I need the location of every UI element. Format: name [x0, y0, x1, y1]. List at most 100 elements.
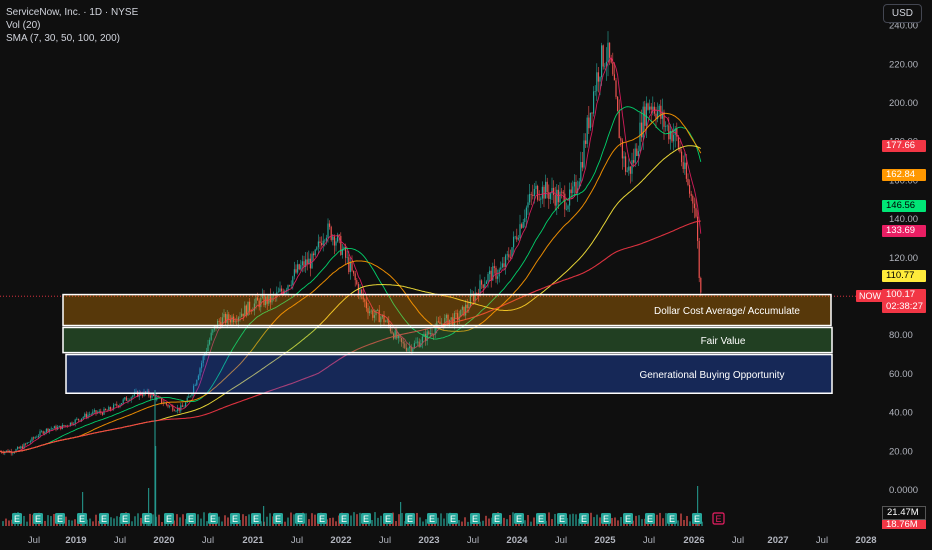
earnings-badge-letter: E	[429, 514, 435, 524]
x-tick-label: 2024	[506, 535, 528, 546]
volume-bar	[641, 519, 643, 526]
y-tick-label: 120.00	[889, 253, 918, 264]
volume-bar	[134, 516, 136, 526]
earnings-badge-letter: E	[14, 514, 20, 524]
candle-body	[617, 96, 619, 112]
y-tick-label: 40.00	[889, 408, 913, 419]
volume-bar	[2, 521, 4, 526]
candle-body	[279, 288, 281, 292]
volume-bar	[665, 513, 667, 526]
y-tick-label: 20.00	[889, 446, 913, 457]
volume-bar	[335, 521, 337, 526]
volume-indicator-label[interactable]: Vol (20)	[6, 19, 138, 32]
volume-bar	[380, 515, 382, 526]
volume-bar	[548, 512, 550, 526]
earnings-badge-letter: E	[450, 514, 456, 524]
price-chart[interactable]: Dollar Cost Average/ Accumulate Fair Valu…	[0, 0, 932, 550]
candle-body	[521, 224, 523, 228]
volume-bar	[305, 513, 307, 526]
x-tick-label: Jul	[379, 535, 391, 546]
candle-body	[505, 255, 507, 267]
candle-body	[618, 111, 620, 139]
candle-body	[41, 431, 43, 432]
sma-price-tag: 177.66	[882, 140, 926, 153]
candle-body	[348, 257, 350, 273]
candle-body	[298, 264, 300, 270]
y-tick-label: 60.00	[889, 369, 913, 380]
volume-bar	[227, 517, 229, 526]
y-tick-label: 0.0000	[889, 485, 918, 496]
candle-body	[181, 405, 183, 407]
candle-body	[290, 284, 292, 286]
candle-body	[330, 226, 332, 240]
candle-body	[311, 253, 313, 269]
volume-bar	[26, 521, 28, 526]
candle-body	[689, 184, 691, 194]
candle-body	[93, 410, 95, 412]
volume-bar	[503, 517, 505, 526]
earnings-badge-letter: E	[275, 514, 281, 524]
candle-body	[314, 249, 316, 256]
candle-body	[281, 288, 283, 292]
earnings-badge-letter: E	[385, 514, 391, 524]
x-tick-label: Jul	[555, 535, 567, 546]
x-tick-label: Jul	[732, 535, 744, 546]
upcoming-earnings-letter: E	[715, 514, 721, 524]
volume-bar	[71, 520, 73, 526]
volume-bar	[314, 514, 316, 526]
volume-bar	[248, 514, 250, 526]
volume-bar	[311, 513, 313, 526]
candle-body	[313, 253, 315, 256]
volume-bar	[680, 513, 682, 526]
volume-bar	[68, 519, 70, 526]
candle-body	[84, 413, 86, 418]
volume-bar	[485, 515, 487, 526]
candle-body	[497, 276, 499, 279]
candle-body	[650, 106, 652, 110]
volume-bar	[350, 515, 352, 526]
candle-body	[668, 125, 670, 140]
candle-body	[183, 406, 185, 408]
volume-spike	[400, 502, 402, 526]
volume-bar	[92, 521, 94, 526]
symbol-title[interactable]: ServiceNow, Inc. · 1D · NYSE	[6, 6, 138, 19]
candle-body	[565, 209, 567, 210]
volume-bar	[161, 521, 163, 526]
earnings-badge-letter: E	[581, 514, 587, 524]
candle-body	[631, 160, 633, 174]
candle-body	[295, 269, 297, 273]
candle-body	[89, 414, 91, 415]
candle-body	[170, 405, 172, 407]
volume-bar	[689, 521, 691, 526]
candle-body	[188, 396, 190, 398]
candle-body	[690, 193, 692, 196]
candle-body	[513, 236, 515, 248]
candle-body	[487, 274, 489, 282]
x-tick-label: Jul	[291, 535, 303, 546]
volume-bar	[533, 517, 535, 526]
candle-body	[508, 254, 510, 258]
candle-body	[538, 199, 540, 201]
candle-body	[597, 72, 599, 82]
candle-body	[77, 418, 79, 420]
volume-bar	[203, 512, 205, 526]
chart-legend: ServiceNow, Inc. · 1D · NYSE Vol (20) SM…	[6, 6, 138, 45]
volume-bar	[572, 513, 574, 526]
candle-body	[493, 266, 495, 268]
volume-bar	[74, 519, 76, 526]
candle-body	[546, 181, 548, 193]
chart-root[interactable]: Dollar Cost Average/ Accumulate Fair Valu…	[0, 0, 932, 550]
volume-bar	[176, 514, 178, 526]
earnings-badge-letter: E	[669, 514, 675, 524]
candle-body	[628, 166, 630, 171]
candle-body	[649, 106, 651, 110]
y-tick-label: 220.00	[889, 59, 918, 70]
currency-button[interactable]: USD	[882, 4, 922, 23]
candle-body	[172, 405, 174, 411]
candle-body	[570, 189, 572, 194]
candle-body	[47, 428, 49, 432]
volume-bar	[332, 517, 334, 526]
sma-indicator-label[interactable]: SMA (7, 30, 50, 100, 200)	[6, 32, 138, 45]
candle-body	[42, 431, 44, 434]
volume-bar	[620, 516, 622, 526]
